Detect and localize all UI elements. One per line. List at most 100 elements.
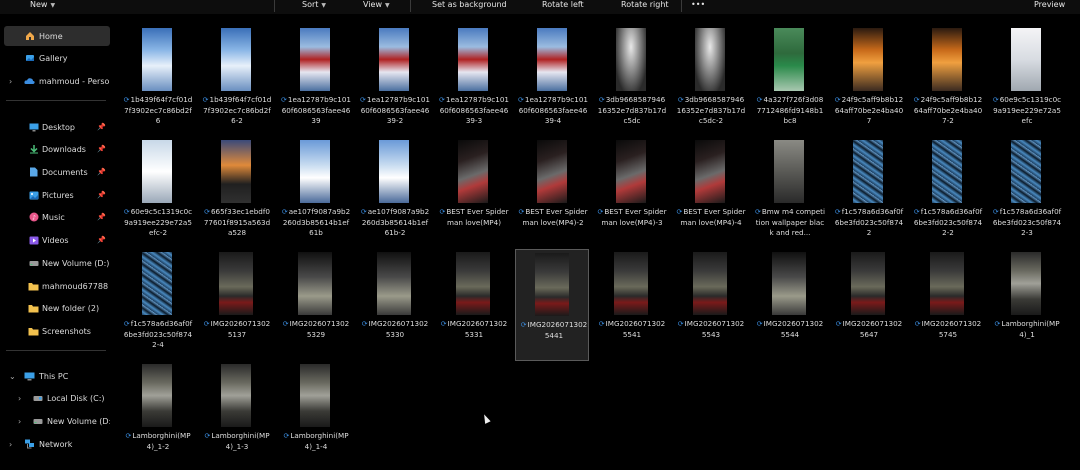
sync-status-icon: ⟳ — [123, 208, 130, 216]
file-thumbnail — [537, 28, 567, 91]
file-item[interactable]: ⟳3db966858794616352e7d837b17dc5dc — [594, 25, 668, 137]
sync-status-icon: ⟳ — [282, 320, 289, 328]
file-thumbnail — [1011, 28, 1041, 91]
sync-status-icon: ⟳ — [202, 96, 209, 104]
sidebar-item-videos[interactable]: Videos 📌 — [4, 230, 110, 250]
sidebar-item-this-pc[interactable]: ⌄ This PC — [4, 366, 110, 386]
file-item[interactable]: ⟳IMG20260713025329 — [278, 249, 352, 361]
file-name: ⟳ae107f9087a9b2260d3b85614b1ef61b — [281, 207, 351, 239]
file-name-text: IMG20260713025329 — [289, 319, 350, 339]
file-name: ⟳ae107f9087a9b2260d3b85614b1ef61b-2 — [360, 207, 430, 239]
computer-icon — [24, 371, 35, 382]
sidebar-item-mahmoud67788[interactable]: mahmoud67788 — [4, 276, 110, 296]
file-item[interactable]: ⟳1ea12787b9c10160f6086563faee4639 — [278, 25, 352, 137]
file-item[interactable]: ⟳IMG20260713025330 — [357, 249, 431, 361]
file-item[interactable]: ⟳IMG20260713025331 — [436, 249, 510, 361]
sidebar-item-gallery[interactable]: Gallery — [4, 48, 110, 68]
file-name: ⟳3db966858794616352e7d837b17dc5dc-2 — [676, 95, 746, 127]
file-item[interactable]: ⟳Lamborghini(MP4)_1 — [989, 249, 1063, 361]
file-item[interactable]: ⟳IMG20260713025137 — [199, 249, 273, 361]
rotate-right-button[interactable]: Rotate right — [621, 0, 669, 12]
sidebar-item-screenshots[interactable]: Screenshots — [4, 321, 110, 341]
more-options-button[interactable]: ••• — [691, 0, 705, 12]
chevron-right-icon[interactable]: › — [18, 394, 21, 403]
file-item[interactable]: ⟳BEST Ever Spiderman love(MP4)-2 — [515, 137, 589, 249]
sidebar-item-new-volume-d[interactable]: New Volume (D:) — [4, 253, 110, 273]
file-item[interactable]: ⟳IMG20260713025745 — [910, 249, 984, 361]
sidebar-item-local-disk-c[interactable]: › Local Disk (C:) — [4, 388, 110, 408]
file-item[interactable]: ⟳IMG20260713025543 — [673, 249, 747, 361]
rotate-left-button[interactable]: Rotate left — [542, 0, 584, 12]
sidebar-item-pictures[interactable]: Pictures 📌 — [4, 185, 110, 205]
sidebar-item-music[interactable]: ♪ Music 📌 — [4, 207, 110, 227]
sidebar-item-label: Screenshots — [42, 326, 91, 336]
file-name: ⟳24f9c5aff9b8b1264aff70be2e4ba407 — [834, 95, 904, 127]
file-name: ⟳Lamborghini(MP4)_1-4 — [281, 431, 351, 452]
file-item[interactable]: ⟳IMG20260713025647 — [831, 249, 905, 361]
sidebar-item-downloads[interactable]: Downloads 📌 — [4, 139, 110, 159]
chevron-right-icon[interactable]: › — [18, 417, 21, 426]
file-item[interactable]: ⟳IMG20260713025541 — [594, 249, 668, 361]
file-name: ⟳IMG20260713025544 — [755, 319, 825, 340]
file-name-text: IMG20260713025137 — [210, 319, 271, 339]
file-item[interactable]: ⟳Lamborghini(MP4)_1-3 — [199, 361, 273, 470]
chevron-right-icon[interactable]: › — [9, 77, 12, 86]
sidebar-item-home[interactable]: Home — [4, 26, 110, 46]
file-name-text: 24f9c5aff9b8b1264aff70be2e4ba407-2 — [913, 95, 983, 125]
sidebar-item-label: New Volume (D:) — [47, 416, 110, 426]
file-item[interactable]: ⟳1ea12787b9c10160f6086563faee4639-3 — [436, 25, 510, 137]
file-item[interactable]: ⟳60e9c5c1319c0c9a919ee229e72a5efc-2 — [120, 137, 194, 249]
preview-button[interactable]: Preview — [1034, 0, 1065, 12]
file-item[interactable]: ⟳24f9c5aff9b8b1264aff70be2e4ba407-2 — [910, 25, 984, 137]
new-button[interactable]: New ▼ — [30, 0, 55, 12]
sidebar-item-label: Network — [39, 439, 73, 449]
file-item[interactable]: ⟳1b439f64f7cf01d7f3902ec7c86bd2f6-2 — [199, 25, 273, 137]
file-item[interactable]: ⟳24f9c5aff9b8b1264aff70be2e4ba407 — [831, 25, 905, 137]
file-item[interactable]: ⟳1ea12787b9c10160f6086563faee4639-4 — [515, 25, 589, 137]
file-item[interactable]: ⟳1ea12787b9c10160f6086563faee4639-2 — [357, 25, 431, 137]
chevron-down-icon: ▼ — [50, 2, 56, 9]
file-item[interactable]: ⟳4a327f726f3d087712486fd9148b1bc8 — [752, 25, 826, 137]
file-item[interactable]: ⟳f1c578a6d36af0f6be3fd023c50f8742-2 — [910, 137, 984, 249]
view-button[interactable]: View ▼ — [363, 0, 390, 12]
file-name: ⟳f1c578a6d36af0f6be3fd023c50f8742-3 — [992, 207, 1062, 239]
file-thumbnail — [851, 252, 885, 315]
file-item[interactable]: ⟳BEST Ever Spiderman love(MP4)-4 — [673, 137, 747, 249]
file-item[interactable]: ⟳1b439f64f7cf01d7f3902ec7c86bd2f6 — [120, 25, 194, 137]
sort-button[interactable]: Sort ▼ — [302, 0, 326, 12]
file-name: ⟳f1c578a6d36af0f6be3fd023c50f8742-2 — [913, 207, 983, 239]
file-item[interactable]: ⟳IMG20260713025544 — [752, 249, 826, 361]
file-item[interactable]: ⟳ae107f9087a9b2260d3b85614b1ef61b — [278, 137, 352, 249]
sidebar-item-network[interactable]: › Network — [4, 434, 110, 454]
sidebar-item-new-folder-2[interactable]: New folder (2) — [4, 298, 110, 318]
file-item[interactable]: ⟳Bmw m4 competition wallpaper black and … — [752, 137, 826, 249]
cloud-icon — [24, 76, 35, 87]
file-item[interactable]: ⟳BEST Ever Spiderman love(MP4) — [436, 137, 510, 249]
file-item[interactable]: ⟳Lamborghini(MP4)_1-2 — [120, 361, 194, 470]
sidebar-item-desktop[interactable]: Desktop 📌 — [4, 117, 110, 137]
sidebar-item-label: New folder (2) — [42, 303, 100, 313]
file-item[interactable]: ⟳3db966858794616352e7d837b17dc5dc-2 — [673, 25, 747, 137]
file-item[interactable]: ⟳f1c578a6d36af0f6be3fd023c50f8742-3 — [989, 137, 1063, 249]
file-item[interactable]: ⟳IMG20260713025441 — [515, 249, 589, 361]
gallery-icon — [24, 53, 35, 64]
sync-status-icon: ⟳ — [518, 208, 525, 216]
file-item[interactable]: ⟳665f33ec1ebdf077601f8915a563da528 — [199, 137, 273, 249]
sidebar-item-documents[interactable]: Documents 📌 — [4, 162, 110, 182]
sidebar-item-new-volume-d-2[interactable]: › New Volume (D:) — [4, 411, 110, 431]
file-item[interactable]: ⟳Lamborghini(MP4)_1-4 — [278, 361, 352, 470]
chevron-down-icon[interactable]: ⌄ — [9, 372, 16, 381]
set-as-background-button[interactable]: Set as background — [432, 0, 507, 12]
file-item[interactable]: ⟳ae107f9087a9b2260d3b85614b1ef61b-2 — [357, 137, 431, 249]
sidebar-item-label: Gallery — [39, 53, 68, 63]
file-item[interactable]: ⟳f1c578a6d36af0f6be3fd023c50f8742-4 — [120, 249, 194, 361]
chevron-right-icon[interactable]: › — [9, 440, 12, 449]
file-name-text: 3db966858794616352e7d837b17dc5dc-2 — [676, 95, 746, 125]
music-icon: ♪ — [28, 212, 39, 223]
file-item[interactable]: ⟳60e9c5c1319c0c9a919ee229e72a5efc — [989, 25, 1063, 137]
sync-status-icon: ⟳ — [123, 320, 130, 328]
sidebar-item-onedrive[interactable]: › mahmoud - Persona — [4, 71, 110, 91]
file-item[interactable]: ⟳BEST Ever Spiderman love(MP4)-3 — [594, 137, 668, 249]
drive-icon — [28, 258, 39, 269]
file-item[interactable]: ⟳f1c578a6d36af0f6be3fd023c50f8742 — [831, 137, 905, 249]
